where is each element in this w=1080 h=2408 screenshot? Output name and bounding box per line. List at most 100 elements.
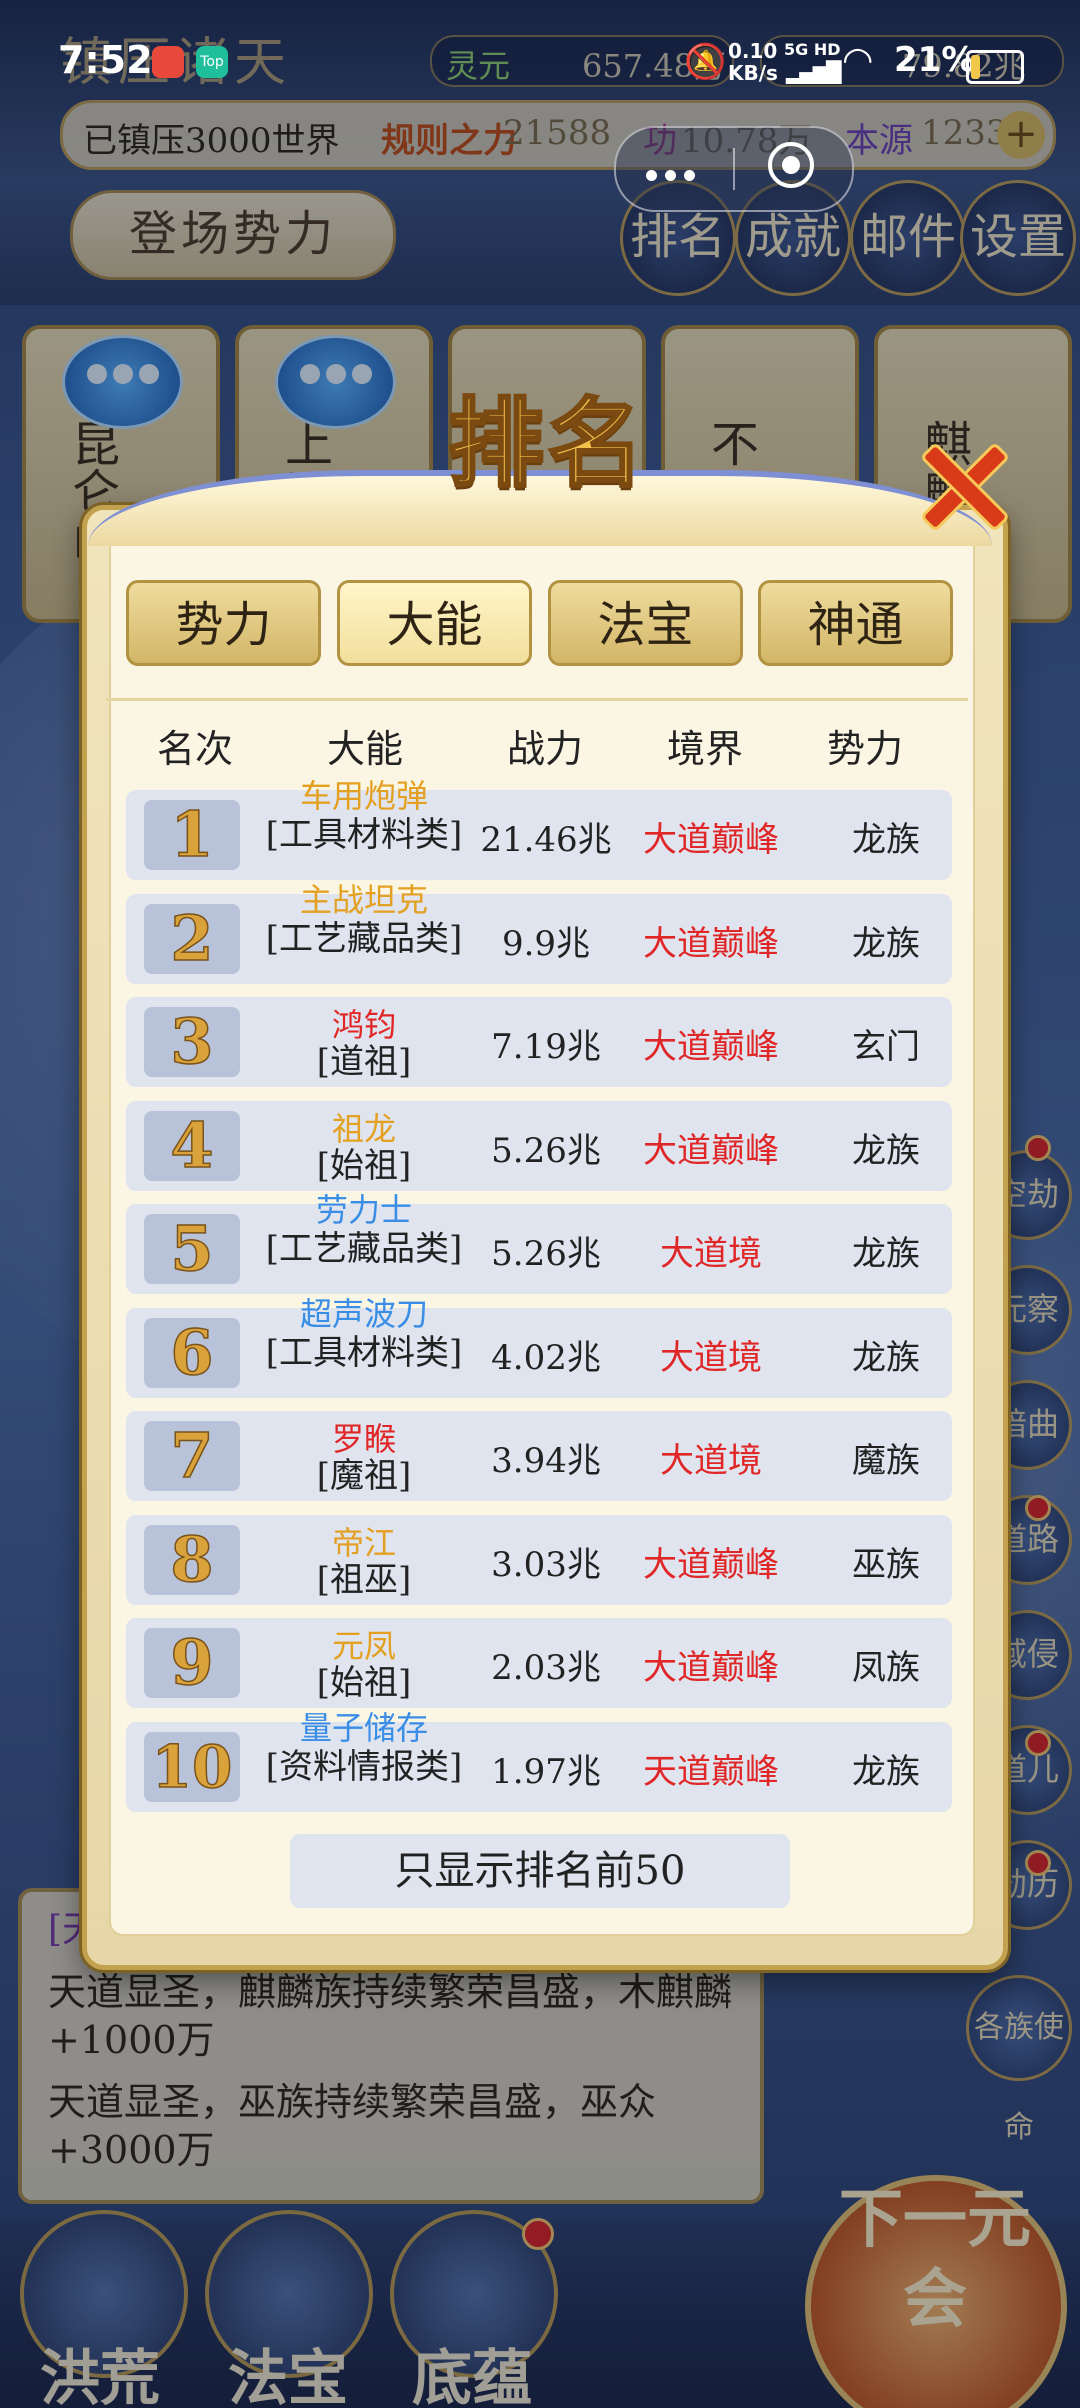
status-bar: 7:52 Top 🔕 0.10 KB/s 5G HD ▂▄▆█ ◠ 21% <box>0 0 1080 130</box>
power-value: 4.02兆 <box>491 1337 601 1378</box>
daneng-name: 超声波刀 <box>299 1294 428 1333</box>
faction-value: 玄门 <box>852 1027 920 1067</box>
faction-value: 龙族 <box>852 820 920 860</box>
faction-value: 龙族 <box>852 1337 920 1378</box>
realm-value: 大道境 <box>660 1234 762 1274</box>
daneng-title: [工艺藏品类] <box>265 1229 463 1269</box>
net-speed-value: 0.10 <box>728 39 778 63</box>
tab-shentong[interactable]: 神通 <box>758 580 953 666</box>
table-row[interactable]: 3 鸿钧 [道祖] 7.19兆 大道巅峰 玄门 <box>126 997 952 1087</box>
table-row[interactable]: 8 帝江 [祖巫] 3.03兆 大道巅峰 巫族 <box>126 1514 952 1605</box>
power-value: 2.03兆 <box>491 1648 601 1688</box>
daneng-name: 劳力士 <box>315 1191 412 1229</box>
column-header-daneng: 大能 <box>326 727 403 771</box>
realm-value: 大道巅峰 <box>643 820 779 860</box>
miniprogram-capsule <box>614 126 854 212</box>
status-time: 7:52 <box>58 38 153 82</box>
table-row[interactable]: 10 量子储存 [资料情报类] 1.97兆 天道巅峰 龙族 <box>126 1710 952 1812</box>
daneng-title: [工艺藏品类] <box>265 918 463 959</box>
top50-notice: 只显示排名前50 <box>290 1834 790 1908</box>
power-value: 1.97兆 <box>491 1751 601 1792</box>
daneng-name: 帝江 <box>331 1523 396 1562</box>
rank-number: 7 <box>144 1420 240 1491</box>
daneng-title: [工具材料类] <box>265 1332 463 1373</box>
tab-fabao[interactable]: 法宝 <box>548 580 743 666</box>
rank-number: 4 <box>144 1109 240 1181</box>
network-type: 5G HD <box>784 40 841 59</box>
realm-value: 大道巅峰 <box>643 1027 779 1067</box>
rank-number: 3 <box>144 1006 240 1077</box>
faction-value: 凤族 <box>852 1648 920 1688</box>
rank-number: 9 <box>144 1627 240 1698</box>
mute-icon: 🔕 <box>684 42 727 82</box>
faction-value: 龙族 <box>852 1751 920 1792</box>
power-value: 7.19兆 <box>491 1027 601 1067</box>
rank-number: 8 <box>144 1523 240 1595</box>
power-value: 5.26兆 <box>491 1130 601 1171</box>
column-header-rank: 名次 <box>156 727 233 771</box>
daneng-title: [资料情报类] <box>265 1746 463 1787</box>
table-row[interactable]: 1 车用炮弹 [工具材料类] 21.46兆 大道巅峰 龙族 <box>126 778 952 880</box>
daneng-title: [始祖] <box>316 1663 412 1703</box>
daneng-name: 祖龙 <box>331 1109 396 1148</box>
daneng-title: [魔祖] <box>316 1456 412 1496</box>
capsule-divider <box>733 148 735 190</box>
realm-value: 大道巅峰 <box>643 1130 779 1171</box>
notification-app-icon <box>152 46 184 78</box>
rank-number: 6 <box>144 1316 240 1388</box>
daneng-name: 主战坦克 <box>299 880 428 919</box>
notification-app-icon: Top <box>196 46 228 78</box>
divider <box>106 698 968 701</box>
battery-percent: 21% <box>894 40 976 80</box>
daneng-title: [工具材料类] <box>265 815 463 855</box>
faction-value: 龙族 <box>852 923 920 964</box>
daneng-name: 鸿钧 <box>331 1006 396 1044</box>
table-row[interactable]: 5 劳力士 [工艺藏品类] 5.26兆 大道境 龙族 <box>126 1192 952 1294</box>
faction-value: 龙族 <box>852 1234 920 1274</box>
daneng-title: [道祖] <box>316 1042 412 1082</box>
rank-number: 2 <box>144 902 240 974</box>
daneng-name: 量子储存 <box>299 1708 428 1747</box>
faction-value: 魔族 <box>852 1441 920 1481</box>
realm-value: 大道境 <box>660 1441 762 1481</box>
tab-faction[interactable]: 势力 <box>126 580 321 666</box>
net-speed: 0.10 KB/s <box>728 40 778 84</box>
table-row[interactable]: 2 主战坦克 [工艺藏品类] 9.9兆 大道巅峰 龙族 <box>126 882 952 984</box>
wifi-icon: ◠ <box>842 40 874 81</box>
realm-value: 天道巅峰 <box>643 1751 779 1792</box>
table-row[interactable]: 7 罗睺 [魔祖] 3.94兆 大道境 魔族 <box>126 1411 952 1501</box>
column-header-realm: 境界 <box>666 727 743 771</box>
table-row[interactable]: 6 超声波刀 [工具材料类] 4.02兆 大道境 龙族 <box>126 1296 952 1398</box>
realm-value: 大道巅峰 <box>643 923 779 964</box>
power-value: 21.46兆 <box>480 820 612 860</box>
table-row[interactable]: 9 元凤 [始祖] 2.03兆 大道巅峰 凤族 <box>126 1618 952 1708</box>
daneng-title: [始祖] <box>316 1145 412 1186</box>
realm-value: 大道巅峰 <box>643 1544 779 1585</box>
daneng-title: [祖巫] <box>316 1559 412 1600</box>
signal-icon: ▂▄▆█ <box>786 60 842 84</box>
realm-value: 大道境 <box>660 1337 762 1378</box>
power-value: 9.9兆 <box>501 923 591 964</box>
faction-value: 龙族 <box>852 1130 920 1171</box>
table-row[interactable]: 4 祖龙 [始祖] 5.26兆 大道巅峰 龙族 <box>126 1100 952 1191</box>
daneng-name: 元凤 <box>331 1627 396 1665</box>
rank-number: 10 <box>144 1731 240 1802</box>
rank-number: 1 <box>144 799 240 870</box>
dialog-title: 排名 <box>447 386 648 502</box>
rank-number: 5 <box>144 1213 240 1284</box>
battery-fill <box>971 55 981 79</box>
power-value: 5.26兆 <box>491 1234 601 1274</box>
faction-value: 巫族 <box>852 1544 920 1585</box>
close-miniprogram-icon[interactable] <box>768 142 814 188</box>
column-header-power: 战力 <box>506 727 583 771</box>
daneng-name: 罗睺 <box>331 1420 396 1458</box>
realm-value: 大道巅峰 <box>643 1648 779 1688</box>
power-value: 3.94兆 <box>491 1441 601 1481</box>
column-header-faction: 势力 <box>826 727 903 771</box>
power-value: 3.03兆 <box>491 1544 601 1585</box>
close-icon[interactable] <box>910 432 1010 532</box>
battery-icon <box>966 50 1024 84</box>
more-menu-icon[interactable] <box>646 166 703 185</box>
net-speed-unit: KB/s <box>728 61 778 85</box>
tab-daneng[interactable]: 大能 <box>337 580 532 666</box>
